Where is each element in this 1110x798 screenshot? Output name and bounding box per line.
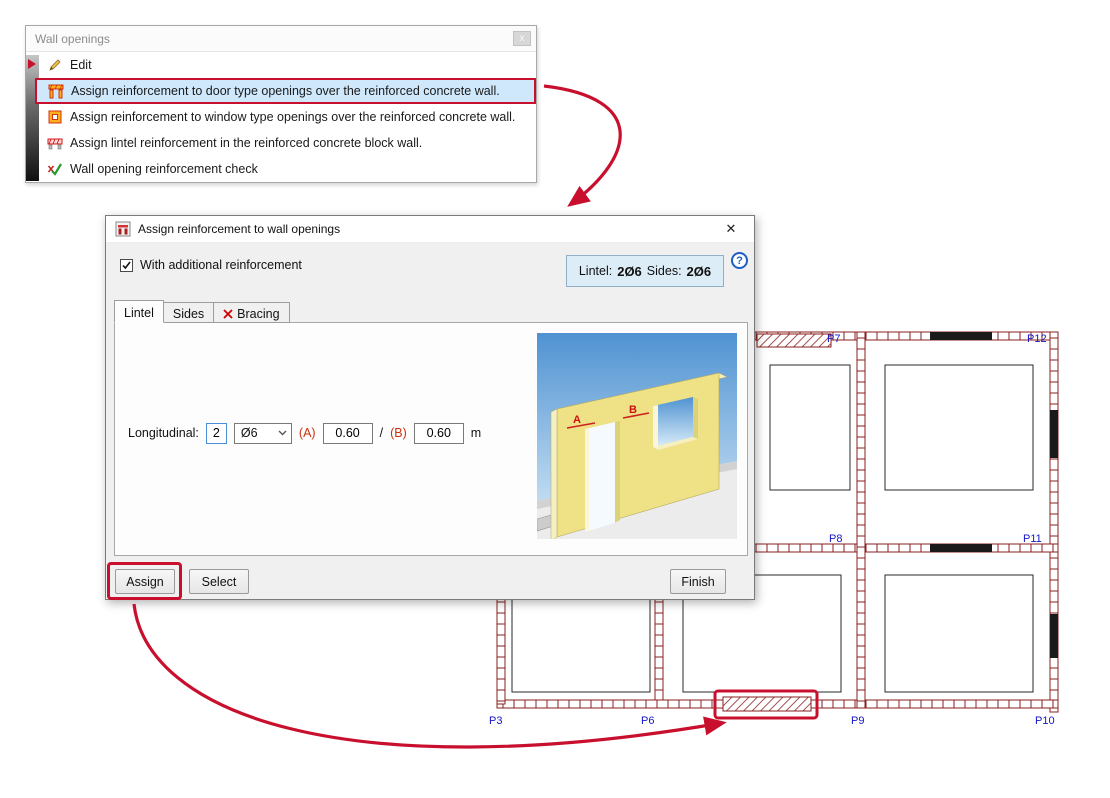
menu-item-reinforcement-check[interactable]: Wall opening reinforcement check <box>26 156 536 182</box>
chevron-down-icon <box>278 430 287 436</box>
wall-opening-illustration: A B <box>537 333 737 539</box>
bar-count-input[interactable] <box>205 422 227 444</box>
tab-sides-label: Sides <box>172 307 205 321</box>
red-x-icon <box>223 309 233 319</box>
illustration-label-b: B <box>629 404 637 416</box>
bar-diameter-value: Ø6 <box>240 426 258 440</box>
dimension-separator: / <box>379 426 384 440</box>
menu-titlebar: Wall openings x <box>26 26 536 52</box>
dimension-a-input[interactable] <box>322 422 373 444</box>
plan-label-p10: P10 <box>1035 715 1055 727</box>
dialog-close-button[interactable]: ✕ <box>717 221 745 237</box>
dimension-b-input[interactable] <box>413 422 464 444</box>
tab-bar: Lintel Sides Bracing <box>114 300 290 323</box>
window-reinforcement-icon <box>48 110 62 124</box>
plan-label-p8: P8 <box>829 533 842 545</box>
plan-solid-wall-segments <box>930 332 1058 658</box>
dimension-a-label: (A) <box>298 426 316 440</box>
menu-item-label: Assign reinforcement to window type open… <box>70 110 516 124</box>
menu-title: Wall openings <box>35 31 110 46</box>
illustration-label-a: A <box>573 414 581 426</box>
tab-lintel[interactable]: Lintel <box>114 300 164 323</box>
lintel-tab-panel: Longitudinal: Ø6 (A) / (B) m <box>114 322 748 556</box>
door-reinforcement-icon <box>48 84 64 99</box>
arrow-menu-to-dialog <box>543 84 622 207</box>
plan-label-p12: P12 <box>1027 333 1047 345</box>
menu-body: Edit Assign reinforcement to door type o… <box>26 52 536 182</box>
tab-lintel-label: Lintel <box>124 306 154 320</box>
menu-item-label: Assign reinforcement to door type openin… <box>71 84 500 98</box>
wall-openings-menu-window: Wall openings x Edit Assign reinforcemen… <box>25 25 537 183</box>
menu-item-label: Edit <box>70 58 92 72</box>
checkmark-icon <box>122 261 131 269</box>
plan-label-p3: P3 <box>489 715 502 727</box>
longitudinal-label: Longitudinal: <box>128 426 199 440</box>
menu-item-lintel-block-wall[interactable]: Assign lintel reinforcement in the reinf… <box>26 130 536 156</box>
wall-opening-hatch-top[interactable] <box>756 333 832 348</box>
select-button[interactable]: Select <box>189 569 249 594</box>
check-icon <box>47 163 62 176</box>
dimension-b-label: (B) <box>390 426 407 440</box>
plan-label-p6: P6 <box>641 715 654 727</box>
tab-bracing-label: Bracing <box>237 307 280 321</box>
assign-reinforcement-dialog: Assign reinforcement to wall openings ✕ … <box>105 215 755 600</box>
plan-label-p7: P7 <box>827 333 840 345</box>
unit-label: m <box>470 426 482 440</box>
dialog-app-icon <box>115 221 131 237</box>
lintel-reinforcement-icon <box>47 138 63 150</box>
assign-button[interactable]: Assign <box>115 569 175 594</box>
menu-close-button[interactable]: x <box>513 31 531 46</box>
tab-bracing[interactable]: Bracing <box>213 302 290 323</box>
wall-opening-hatch-bottom[interactable] <box>722 696 812 712</box>
menu-item-edit[interactable]: Edit <box>26 52 536 78</box>
menu-item-label: Wall opening reinforcement check <box>70 162 258 176</box>
additional-reinforcement-label: With additional reinforcement <box>140 258 302 272</box>
finish-button[interactable]: Finish <box>670 569 726 594</box>
help-button[interactable]: ? <box>731 252 748 269</box>
plan-label-p9: P9 <box>851 715 864 727</box>
reinforcement-summary-box: Lintel: 2Ø6 Sides: 2Ø6 <box>566 255 724 287</box>
dialog-title: Assign reinforcement to wall openings <box>138 222 341 236</box>
dialog-titlebar[interactable]: Assign reinforcement to wall openings ✕ <box>106 216 754 243</box>
pencil-icon <box>49 59 61 71</box>
menu-item-window-openings[interactable]: Assign reinforcement to window type open… <box>26 104 536 130</box>
summary-sides-value: 2Ø6 <box>686 263 712 279</box>
tab-sides[interactable]: Sides <box>162 302 215 323</box>
plan-label-p11: P11 <box>1023 533 1042 545</box>
summary-lintel-label: Lintel: <box>578 264 613 278</box>
additional-reinforcement-checkbox[interactable] <box>120 258 133 272</box>
summary-sides-label: Sides: <box>646 264 682 278</box>
menu-item-label: Assign lintel reinforcement in the reinf… <box>70 136 423 150</box>
bar-diameter-dropdown[interactable]: Ø6 <box>233 422 292 444</box>
summary-lintel-value: 2Ø6 <box>617 263 642 279</box>
menu-item-door-openings[interactable]: Assign reinforcement to door type openin… <box>35 78 536 104</box>
